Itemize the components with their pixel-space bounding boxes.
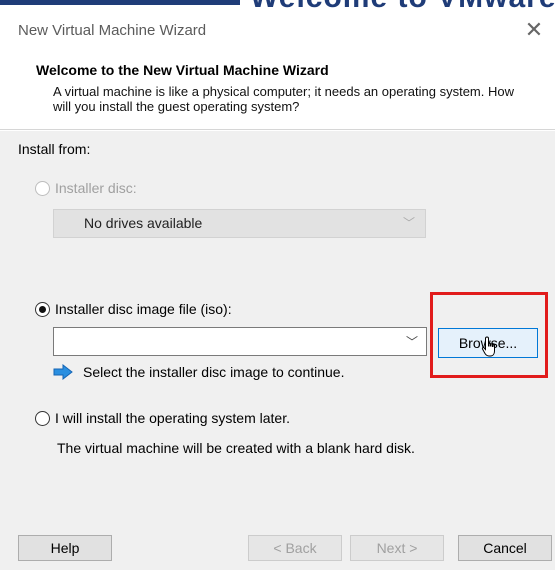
title-bar: New Virtual Machine Wizard ✕ [0, 10, 555, 50]
install-from-label: Install from: [18, 141, 91, 157]
install-later-radio[interactable]: I will install the operating system late… [35, 410, 290, 426]
install-later-description: The virtual machine will be created with… [57, 440, 415, 456]
chevron-down-icon: ﹀ [402, 216, 415, 230]
radio-circle [35, 180, 50, 196]
wizard-footer: Help < Back Next > Cancel [0, 515, 555, 570]
help-button[interactable]: Help [18, 535, 112, 561]
background-window-bar [0, 0, 240, 5]
window-title: New Virtual Machine Wizard [18, 22, 207, 39]
installer-disc-label: Installer disc: [55, 180, 137, 196]
iso-path-combobox[interactable]: ﹀ [53, 327, 427, 356]
radio-circle [35, 410, 50, 426]
iso-hint-text: Select the installer disc image to conti… [83, 364, 345, 380]
installer-disc-radio[interactable]: Installer disc: [35, 180, 137, 196]
new-vm-wizard-dialog: New Virtual Machine Wizard ✕ Welcome to … [0, 10, 555, 570]
installer-disc-dropdown[interactable]: No drives available ﹀ [53, 209, 426, 238]
chevron-down-icon[interactable]: ﹀ [406, 333, 418, 350]
wizard-body: Install from: Installer disc: No drives … [0, 131, 555, 515]
installer-iso-radio[interactable]: Installer disc image file (iso): [35, 301, 232, 317]
installer-iso-label: Installer disc image file (iso): [55, 301, 232, 317]
cancel-button[interactable]: Cancel [458, 535, 552, 561]
install-later-label: I will install the operating system late… [55, 410, 290, 426]
page-title: Welcome to the New Virtual Machine Wizar… [36, 62, 329, 78]
iso-hint: Select the installer disc image to conti… [53, 364, 344, 380]
wizard-header: Welcome to the New Virtual Machine Wizar… [0, 50, 555, 130]
disc-dropdown-value: No drives available [84, 215, 203, 231]
arrow-right-icon [53, 364, 73, 380]
radio-circle-checked [35, 301, 50, 317]
close-icon[interactable]: ✕ [521, 17, 547, 43]
next-button[interactable]: Next > [350, 535, 444, 561]
page-description: A virtual machine is like a physical com… [53, 84, 514, 114]
back-button[interactable]: < Back [248, 535, 342, 561]
hand-cursor-icon [481, 336, 495, 357]
